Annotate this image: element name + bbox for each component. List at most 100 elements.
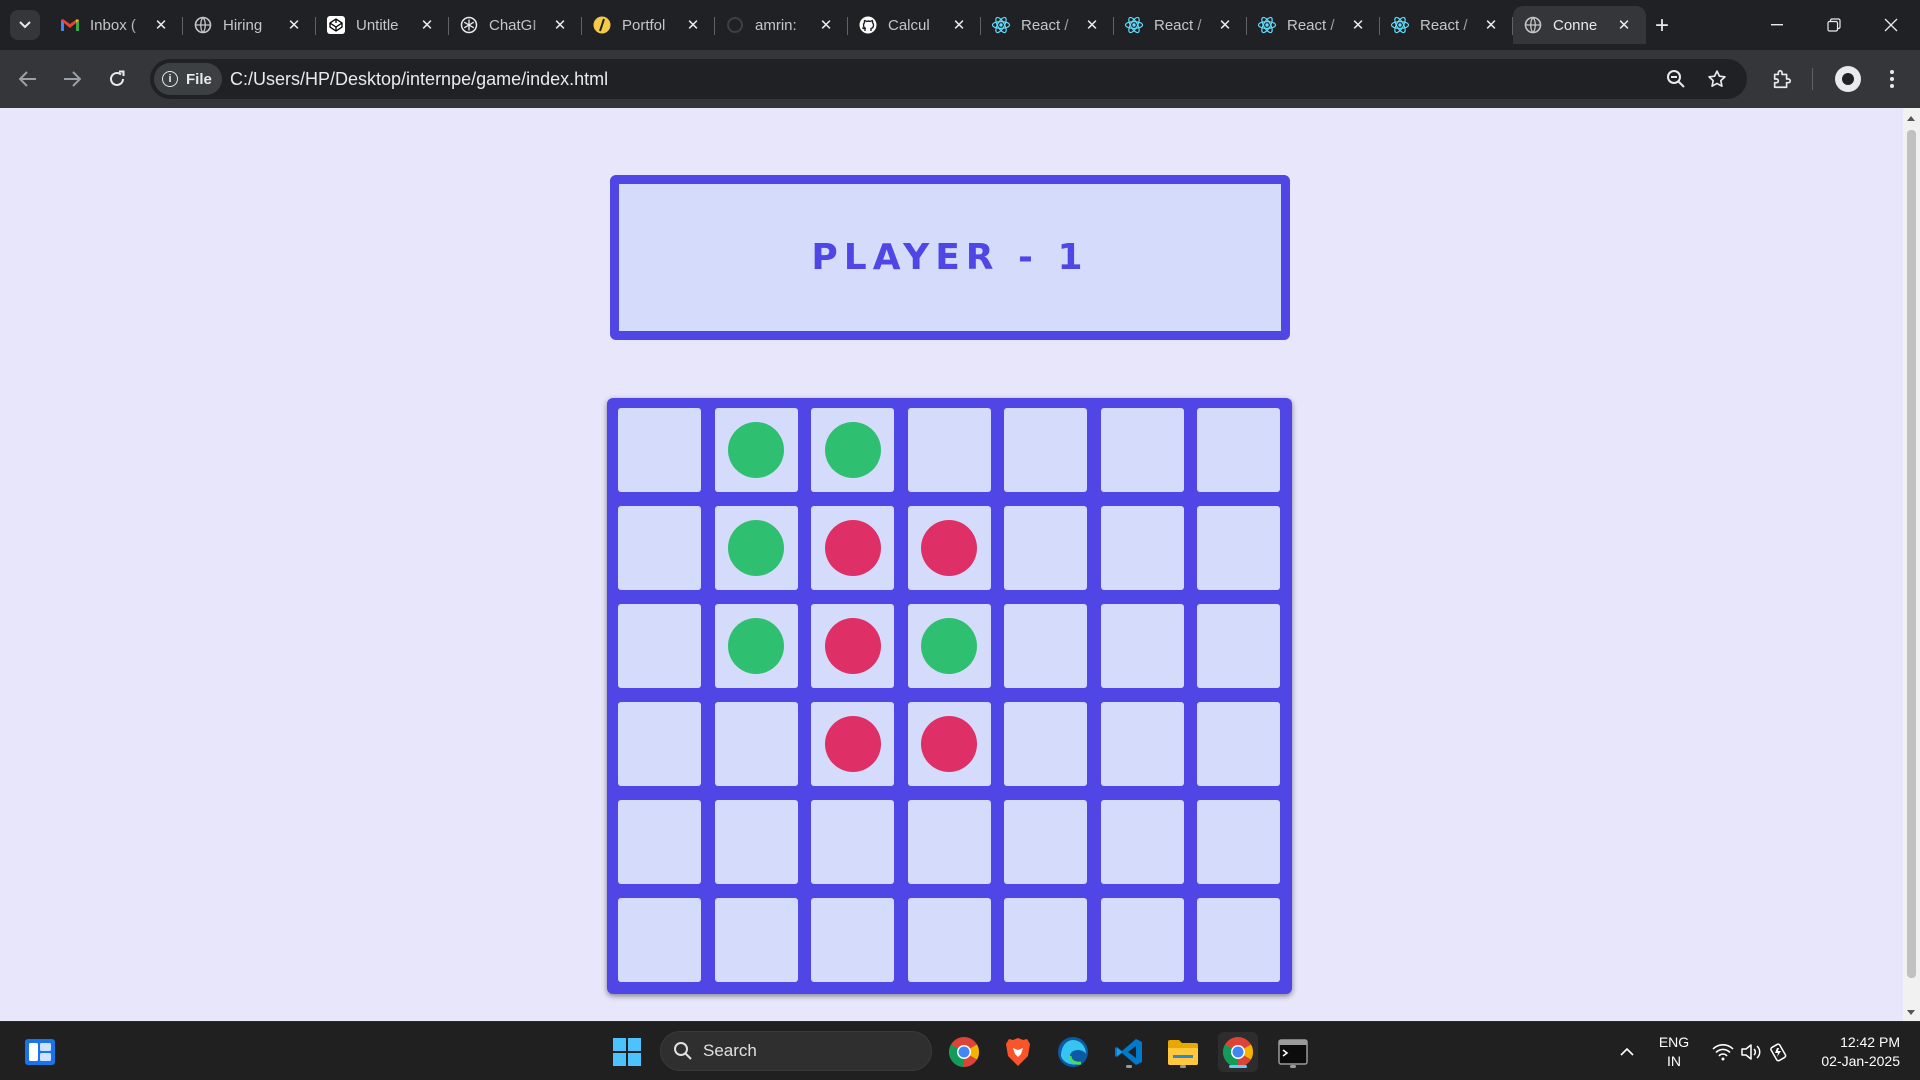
site-info-chip[interactable]: i File bbox=[154, 63, 222, 95]
taskbar-app-chrome[interactable] bbox=[944, 1032, 984, 1072]
tab-close-icon[interactable]: ✕ bbox=[947, 13, 971, 37]
tab-close-icon[interactable]: ✕ bbox=[149, 13, 173, 37]
close-window-button[interactable] bbox=[1871, 8, 1911, 42]
board-cell[interactable] bbox=[907, 604, 991, 688]
tab-close-icon[interactable]: ✕ bbox=[282, 13, 306, 37]
board-cell[interactable] bbox=[811, 898, 894, 982]
tab-close-icon[interactable]: ✕ bbox=[814, 13, 838, 37]
board-cell[interactable] bbox=[1004, 702, 1087, 786]
new-tab-button[interactable]: + bbox=[1648, 12, 1676, 40]
browser-tab[interactable]: React / ✕ bbox=[1114, 6, 1247, 44]
board-cell[interactable] bbox=[618, 604, 701, 688]
tab-close-icon[interactable]: ✕ bbox=[1080, 13, 1104, 37]
board-cell[interactable] bbox=[1100, 898, 1184, 982]
back-button[interactable] bbox=[12, 63, 44, 95]
board-cell[interactable] bbox=[907, 506, 991, 590]
board-cell[interactable] bbox=[811, 506, 894, 590]
menu-button[interactable] bbox=[1876, 63, 1908, 95]
board-cell[interactable] bbox=[714, 506, 798, 590]
browser-tab[interactable]: Untitle ✕ bbox=[316, 6, 449, 44]
board-cell[interactable] bbox=[907, 408, 991, 492]
board-cell[interactable] bbox=[714, 702, 798, 786]
board-cell[interactable] bbox=[618, 898, 701, 982]
board-cell[interactable] bbox=[1004, 898, 1087, 982]
scrollbar-thumb[interactable] bbox=[1907, 130, 1916, 978]
bookmark-button[interactable] bbox=[1703, 65, 1731, 93]
board-cell[interactable] bbox=[714, 604, 798, 688]
extensions-button[interactable] bbox=[1766, 63, 1798, 95]
taskbar-app-brave[interactable] bbox=[998, 1032, 1038, 1072]
board-cell[interactable] bbox=[1197, 604, 1280, 688]
board-cell[interactable] bbox=[1197, 506, 1280, 590]
browser-tab[interactable]: Hiring ✕ bbox=[183, 6, 316, 44]
taskbar-app-file-explorer[interactable] bbox=[1163, 1032, 1203, 1072]
taskbar-app-chrome-active[interactable] bbox=[1218, 1032, 1258, 1072]
minimize-button[interactable] bbox=[1757, 8, 1797, 42]
quick-settings-button[interactable] bbox=[1702, 1032, 1798, 1072]
board-cell[interactable] bbox=[1100, 506, 1184, 590]
browser-tab[interactable]: Conne ✕ bbox=[1513, 6, 1646, 44]
board-cell[interactable] bbox=[1100, 604, 1184, 688]
board-cell[interactable] bbox=[618, 800, 701, 884]
board-cell[interactable] bbox=[618, 506, 701, 590]
scroll-down-arrow[interactable] bbox=[1907, 1010, 1915, 1015]
taskbar-app-edge[interactable] bbox=[1053, 1032, 1093, 1072]
browser-tab[interactable]: Inbox (✕ bbox=[50, 6, 183, 44]
show-hidden-icons-button[interactable] bbox=[1605, 1032, 1649, 1072]
browser-tab[interactable]: Portfol ✕ bbox=[582, 6, 715, 44]
board-cell[interactable] bbox=[1004, 408, 1087, 492]
browser-tab[interactable]: React / ✕ bbox=[981, 6, 1114, 44]
browser-tab[interactable]: Calcul ✕ bbox=[848, 6, 981, 44]
board-cell[interactable] bbox=[618, 408, 701, 492]
board-cell[interactable] bbox=[811, 408, 894, 492]
tab-close-icon[interactable]: ✕ bbox=[681, 13, 705, 37]
tab-close-icon[interactable]: ✕ bbox=[1479, 13, 1503, 37]
board-cell[interactable] bbox=[1197, 800, 1280, 884]
board-cell[interactable] bbox=[1197, 898, 1280, 982]
browser-tab[interactable]: ChatGI ✕ bbox=[449, 6, 582, 44]
board-cell[interactable] bbox=[714, 408, 798, 492]
board-cell[interactable] bbox=[1100, 702, 1184, 786]
board-cell[interactable] bbox=[1100, 800, 1184, 884]
board-cell[interactable] bbox=[618, 702, 701, 786]
board-cell[interactable] bbox=[1197, 702, 1280, 786]
board-cell[interactable] bbox=[1004, 506, 1087, 590]
reload-button[interactable] bbox=[101, 63, 133, 95]
taskbar-app-vscode[interactable] bbox=[1109, 1032, 1149, 1072]
browser-tab[interactable]: React / ✕ bbox=[1247, 6, 1380, 44]
profile-button[interactable] bbox=[1832, 63, 1864, 95]
forward-button[interactable] bbox=[56, 63, 88, 95]
widgets-button[interactable] bbox=[20, 1032, 60, 1072]
tab-close-icon[interactable]: ✕ bbox=[548, 13, 572, 37]
start-button[interactable] bbox=[607, 1032, 647, 1072]
browser-tab[interactable]: amrin: ✕ bbox=[715, 6, 848, 44]
board-cell[interactable] bbox=[811, 702, 894, 786]
board-cell[interactable] bbox=[811, 800, 894, 884]
board-cell[interactable] bbox=[1004, 604, 1087, 688]
tab-close-icon[interactable]: ✕ bbox=[1612, 13, 1636, 37]
input-language-indicator[interactable]: ENG IN bbox=[1656, 1033, 1692, 1071]
board-cell[interactable] bbox=[714, 898, 798, 982]
board-cell[interactable] bbox=[1197, 408, 1280, 492]
tab-close-icon[interactable]: ✕ bbox=[1213, 13, 1237, 37]
tab-search-button[interactable] bbox=[10, 10, 40, 40]
board-cell[interactable] bbox=[907, 898, 991, 982]
taskbar-app-terminal[interactable] bbox=[1273, 1032, 1313, 1072]
scroll-up-arrow[interactable] bbox=[1907, 116, 1915, 121]
tab-close-icon[interactable]: ✕ bbox=[415, 13, 439, 37]
tab-close-icon[interactable]: ✕ bbox=[1346, 13, 1370, 37]
clock[interactable]: 12:42 PM 02-Jan-2025 bbox=[1808, 1033, 1900, 1071]
board-cell[interactable] bbox=[1004, 800, 1087, 884]
restore-button[interactable] bbox=[1814, 8, 1854, 42]
taskbar-search[interactable]: Search bbox=[660, 1031, 932, 1071]
browser-tab[interactable]: React / ✕ bbox=[1380, 6, 1513, 44]
board-cell[interactable] bbox=[907, 800, 991, 884]
board-cell[interactable] bbox=[714, 800, 798, 884]
board-cell[interactable] bbox=[1100, 408, 1184, 492]
board-cell[interactable] bbox=[811, 604, 894, 688]
zoom-button[interactable] bbox=[1662, 65, 1690, 93]
page-scrollbar[interactable] bbox=[1903, 108, 1920, 1021]
url-text[interactable]: C:/Users/HP/Desktop/internpe/game/index.… bbox=[230, 69, 608, 90]
board-cell[interactable] bbox=[907, 702, 991, 786]
address-bar[interactable]: i File C:/Users/HP/Desktop/internpe/game… bbox=[150, 59, 1747, 99]
